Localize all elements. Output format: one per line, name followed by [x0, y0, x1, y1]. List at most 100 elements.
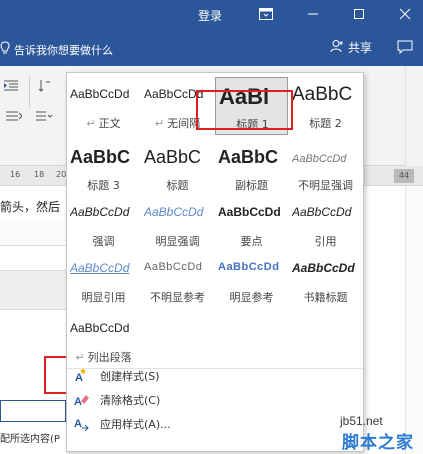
style-sample: AaBbCcDd	[292, 153, 347, 165]
style-name: 书籍标题	[289, 289, 362, 305]
style-name: 明显强调	[141, 233, 214, 249]
paragraph-mark: ↵	[75, 351, 85, 364]
share-button[interactable]: 共享	[330, 39, 372, 56]
maximize-button[interactable]	[339, 0, 379, 30]
style-tile[interactable]: AaBbCcDd 引用	[289, 195, 362, 253]
ribbon-separator	[29, 76, 30, 108]
clear-format-menu-item[interactable]: A 清除格式(C)	[67, 387, 363, 411]
login-link[interactable]: 登录	[198, 7, 222, 24]
title-bar: 登录	[0, 0, 423, 30]
style-name: 标题 2	[289, 115, 362, 131]
style-name-text: 列出段落	[87, 351, 132, 364]
ruler-tick: 20	[56, 170, 67, 179]
style-name-text: 不明显强调	[298, 179, 353, 192]
minimize-icon	[307, 8, 319, 23]
style-name-text: 副标题	[235, 179, 268, 192]
style-tile[interactable]: AaBbCcDd 书籍标题	[289, 251, 362, 309]
share-label: 共享	[348, 41, 373, 55]
style-name-text: 标题 2	[309, 117, 342, 130]
ruler-tick: 18	[34, 170, 45, 179]
style-name: 不明显参考	[141, 289, 214, 305]
style-tile[interactable]: AaBbCcDd 明显参考	[215, 251, 288, 309]
sort-dropdown-icon[interactable]	[36, 110, 54, 125]
style-sample: AaBbCcDd	[70, 261, 130, 275]
style-sample: AaBbCcDd	[292, 205, 352, 219]
eraser-icon: A	[73, 391, 89, 408]
style-tile[interactable]: AaBbCcDd 明显强调	[141, 195, 214, 253]
style-tile[interactable]: AaBbCcDd 不明显参考	[141, 251, 214, 309]
vertical-scrollbar[interactable]	[405, 186, 423, 454]
style-name-text: 标题	[166, 179, 189, 192]
style-sample: AaBbCcDd	[70, 205, 130, 219]
style-sample: AaBbCcDd	[70, 87, 130, 101]
watermark-name: 脚本之家	[342, 433, 414, 453]
ribbon-right-edge	[405, 66, 423, 166]
paragraph-sort-icon[interactable]	[38, 79, 52, 96]
match-selection-checkbox-label[interactable]: 配所选内容(P	[0, 430, 70, 445]
style-tile[interactable]: AaBbCcDd 不明显强调	[289, 139, 362, 197]
style-tile[interactable]: AaBbC 标题	[141, 139, 214, 197]
style-name-text: 明显参考	[229, 291, 274, 304]
svg-text:A: A	[74, 396, 82, 407]
style-sample: AaBbCcDd	[218, 261, 280, 273]
tell-me-bar: 告诉我你想要做什么 共享	[0, 30, 423, 66]
maximize-icon	[353, 8, 365, 23]
close-button[interactable]	[385, 0, 423, 30]
ribbon-display-options-button[interactable]	[246, 0, 286, 30]
styles-pane: 配所选内容(P	[0, 218, 70, 454]
style-tile[interactable]: AaBbCcDd 强调	[67, 195, 140, 253]
decrease-indent-icon[interactable]	[6, 110, 23, 125]
style-tile[interactable]: AaBbCcDd 要点	[215, 195, 288, 253]
create-style-label: 创建样式(S)	[100, 370, 160, 383]
style-sample: AaBbC	[144, 147, 202, 167]
style-name-text: 不明显参考	[150, 291, 205, 304]
document-text: 箭头，然后	[0, 200, 61, 214]
ruler-tick-highlight: 44	[394, 169, 414, 183]
heading1-highlight-box	[196, 90, 293, 130]
paragraph-mark: ↵	[154, 117, 165, 130]
style-name-text: 明显引用	[81, 291, 126, 304]
ruler-tick: 16	[10, 170, 21, 179]
style-name: 标题 3	[67, 177, 140, 193]
style-tile[interactable]: AaBbCcDd ↵ 正文	[67, 77, 140, 135]
style-sample: AaBbCcDd	[70, 321, 130, 335]
paragraph-mark: ↵	[86, 117, 96, 130]
indent-icon[interactable]	[4, 80, 18, 95]
style-name: ↵ 正文	[67, 115, 140, 131]
style-name: 副标题	[215, 177, 288, 193]
style-name-text: 强调	[92, 235, 115, 248]
style-name: 明显参考	[215, 289, 288, 305]
style-sample: AaBbCcDd	[144, 205, 204, 219]
style-name: 明显引用	[67, 289, 140, 305]
svg-text:A: A	[74, 418, 82, 430]
style-sample: AaBbCcDd	[292, 261, 355, 275]
style-name: 引用	[289, 233, 362, 249]
style-tile[interactable]: AaBbC 标题 3	[67, 139, 140, 197]
apply-style-menu-item[interactable]: A 应用样式(A)...	[67, 411, 363, 435]
comment-icon[interactable]	[397, 40, 413, 57]
style-tile[interactable]: AaBbCcDd 明显引用	[67, 251, 140, 309]
person-icon	[330, 39, 344, 56]
style-name: 标题	[141, 177, 214, 193]
style-sample: AaBbCcDd	[218, 205, 281, 219]
close-icon	[399, 8, 411, 23]
highlight-bracket	[44, 356, 68, 394]
style-tile[interactable]: AaBbC 标题 2	[289, 77, 362, 135]
tell-me-search[interactable]: 告诉我你想要做什么	[0, 41, 113, 58]
style-sample: AaBbC	[292, 84, 353, 105]
selection-field[interactable]	[0, 400, 66, 422]
style-tile[interactable]: AaBbCcDd ↵ 列出段落	[67, 311, 140, 369]
minimize-button[interactable]	[293, 0, 333, 30]
style-name-text: 引用	[314, 235, 337, 248]
clear-format-label: 清除格式(C)	[100, 394, 161, 407]
apply-style-icon: A	[73, 415, 89, 432]
pane-top-bar	[0, 218, 70, 246]
style-tile[interactable]: AaBbC 副标题	[215, 139, 288, 197]
pane-header	[0, 270, 70, 310]
lightbulb-icon	[0, 41, 10, 58]
style-name-text: 要点	[240, 235, 263, 248]
style-sample: AaBbCcDd	[144, 261, 203, 273]
style-sample: AaBbC	[218, 147, 279, 167]
create-style-icon: A	[73, 367, 89, 384]
apply-style-label: 应用样式(A)...	[100, 418, 171, 431]
